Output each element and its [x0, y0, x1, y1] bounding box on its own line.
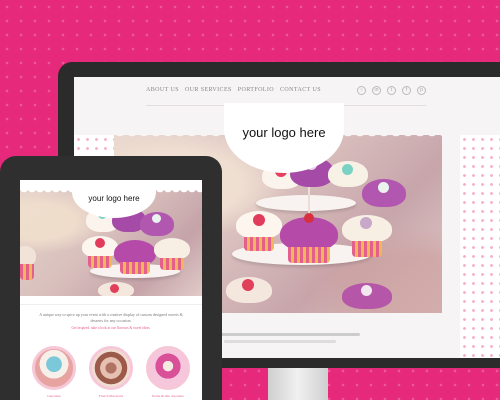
twitter-icon[interactable]: t [387, 85, 396, 95]
nav-item-portfolio[interactable]: PORTFOLIO [238, 87, 274, 93]
cupcake [342, 283, 392, 313]
monitor-stand [268, 368, 328, 400]
feature-image-petite-cupcakes[interactable] [146, 346, 190, 390]
linkedin-icon[interactable]: in [372, 85, 381, 95]
cupcake [154, 238, 190, 272]
feature-image-cupcakes[interactable] [32, 346, 76, 390]
share-icon[interactable]: ○ [357, 85, 366, 95]
cupcake [280, 213, 338, 263]
cupcake [226, 277, 272, 307]
tablet-device: your logo here A unique way to spice up … [0, 156, 222, 400]
cupcake [236, 211, 282, 251]
site-logo[interactable]: your logo here [224, 125, 344, 140]
cupcake [82, 236, 118, 270]
cupcake [98, 282, 134, 296]
tablet-screen: your logo here A unique way to spice up … [20, 180, 202, 400]
cupcake [20, 246, 40, 286]
nav-item-services[interactable]: OUR SERVICES [185, 87, 232, 93]
feature-image-macarons[interactable] [89, 346, 133, 390]
intro-subtext-link[interactable]: Get inspired, take a look at our flavour… [34, 326, 188, 330]
desktop-nav: ABOUT US OUR SERVICES PORTFOLIO CONTACT … [146, 83, 426, 97]
facebook-icon[interactable]: f [402, 85, 411, 95]
cupcake [362, 179, 406, 219]
tablet-site-logo[interactable]: your logo here [72, 194, 156, 203]
intro-text: A unique way to spice up your event with… [39, 312, 183, 323]
polka-dot-border-right [460, 135, 500, 358]
cupcake [342, 215, 392, 257]
section-divider [20, 304, 202, 305]
feature-caption[interactable]: Cupcakes [32, 394, 76, 398]
feature-caption[interactable]: French Macarons [89, 394, 133, 398]
cupcake [114, 240, 156, 276]
pinterest-icon[interactable]: p [417, 85, 426, 95]
feature-caption[interactable]: Petite & bite cupcakes [146, 394, 190, 398]
nav-item-about[interactable]: ABOUT US [146, 87, 179, 93]
intro-text-placeholder [200, 333, 360, 353]
social-links: ○ in t f p [357, 85, 426, 95]
nav-item-contact[interactable]: CONTACT US [280, 87, 321, 93]
